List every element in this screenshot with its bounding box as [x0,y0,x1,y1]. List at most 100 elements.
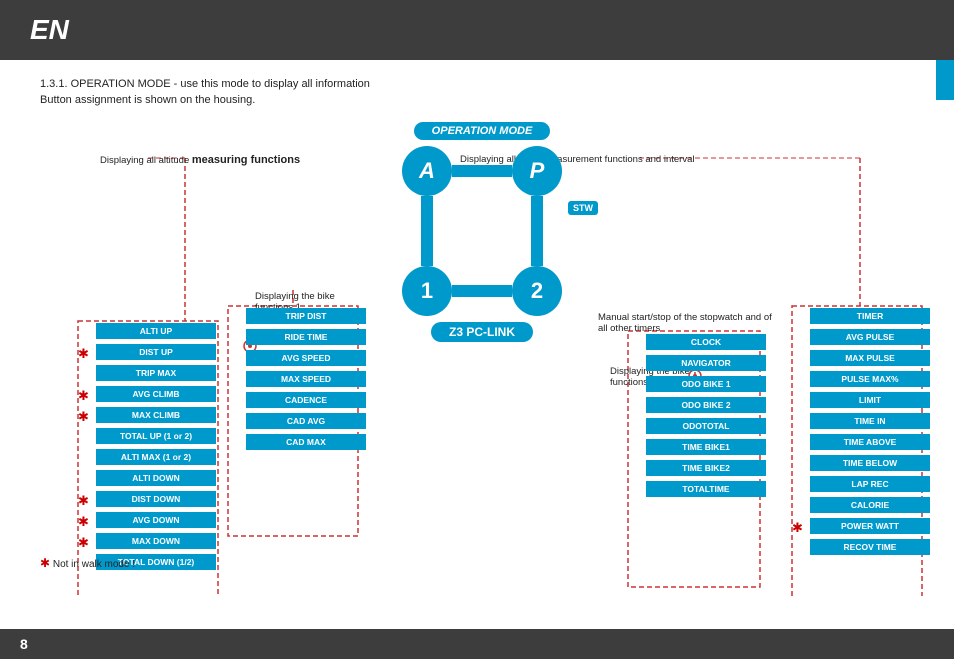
list-item: TIME BELOW [792,455,930,474]
list-item: CAD MAX [228,434,366,453]
item-box-label: ODOTOTAL [646,418,766,434]
item-box-label: DIST UP [96,344,216,360]
pulse-column: TIMER AVG PULSE MAX PULSE PULSE MAX% LIMIT TI… [792,308,930,558]
star-icon: ✱ [78,346,92,362]
list-item: ✱MAX DOWN [78,533,216,552]
center-diagram: OPERATION MODE A P STW [382,121,582,342]
note-star-icon: ✱ [40,556,50,570]
star-icon: ✱ [78,514,92,530]
list-item: TIMER [792,308,930,327]
list-item: AVG PULSE [792,329,930,348]
page-number: 8 [20,636,28,652]
item-box-label: ODO BIKE 2 [646,397,766,413]
altitude-annotation: Displaying all altitude measuring functi… [100,154,300,166]
item-box-label: ALTI UP [96,323,216,339]
item-box-label: ALTI MAX (1 or 2) [96,449,216,465]
item-box-label: MAX CLIMB [96,407,216,423]
stw-annotation: Manual start/stop of the stopwatch and o… [598,312,778,334]
item-box-label: TIMER [810,308,930,324]
list-item: ALTI DOWN [78,470,216,489]
btn-a[interactable]: A [402,146,452,196]
list-item: LAP REC [792,476,930,495]
item-box-label: MAX PULSE [810,350,930,366]
pulse-list: TIMER AVG PULSE MAX PULSE PULSE MAX% LIMIT TI… [792,308,930,558]
note-text: Not in walk mode ! [53,559,135,570]
item-box-label: RIDE TIME [246,329,366,345]
list-item: ODO BIKE 2 [628,397,766,416]
item-box-label: LAP REC [810,476,930,492]
list-item: AVG SPEED [228,350,366,369]
btn-p[interactable]: P [512,146,562,196]
desc-line2: Button assignment is shown on the housin… [40,94,924,106]
item-box-label: AVG CLIMB [96,386,216,402]
bike2-list: CLOCK NAVIGATOR ODO BIKE 1 ODO BIKE 2 ODOTOT… [628,334,766,500]
list-item: MAX PULSE [792,350,930,369]
item-box-label: CAD MAX [246,434,366,450]
item-box-label: TIME ABOVE [810,434,930,450]
header: EN [0,0,954,60]
item-box-label: MAX DOWN [96,533,216,549]
item-box-label: TIME BIKE1 [646,439,766,455]
btn-2[interactable]: 2 [512,266,562,316]
list-item: TIME BIKE1 [628,439,766,458]
item-box-label: TRIP MAX [96,365,216,381]
item-box-label: ODO BIKE 1 [646,376,766,392]
item-box-label: PULSE MAX% [810,371,930,387]
altitude-ann-text: Displaying all altitude measuring functi… [100,155,300,166]
note: ✱ Not in walk mode ! [40,556,135,570]
item-box-label: CAD AVG [246,413,366,429]
list-item: TRIP DIST [228,308,366,327]
item-box-label: TIME IN [810,413,930,429]
list-item: RECOV TIME [792,539,930,558]
item-box-label: LIMIT [810,392,930,408]
list-item: ✱AVG DOWN [78,512,216,531]
item-box-label: AVG SPEED [246,350,366,366]
list-item: CADENCE [228,392,366,411]
altitude-list: ALTI UP✱DIST UPTRIP MAX✱AVG CLIMB✱MAX CL… [78,323,216,573]
list-item: ODO BIKE 1 [628,376,766,395]
list-item: MAX SPEED [228,371,366,390]
list-item: TOTALTIME [628,481,766,500]
list-item: PULSE MAX% [792,371,930,390]
list-item: TIME IN [792,413,930,432]
op-mode-label: OPERATION MODE [414,122,551,140]
item-box-label: TOTAL UP (1 or 2) [96,428,216,444]
star-icon: ✱ [78,409,92,425]
list-item: NAVIGATOR [628,355,766,374]
list-item: CLOCK [628,334,766,353]
item-box-label: TOTALTIME [646,481,766,497]
item-box-label: CADENCE [246,392,366,408]
btn-stw[interactable]: STW [568,201,598,215]
measuring-text: measuring functions [192,154,300,166]
list-item: TRIP MAX [78,365,216,384]
diagram-area: Displaying all altitude measuring functi… [40,116,924,596]
list-item: RIDE TIME [228,329,366,348]
list-item: ✱DIST DOWN [78,491,216,510]
list-item: ✱MAX CLIMB [78,407,216,426]
btn-1[interactable]: 1 [402,266,452,316]
list-item: ✱DIST UP [78,344,216,363]
list-item: ALTI MAX (1 or 2) [78,449,216,468]
item-box-label: CLOCK [646,334,766,350]
main-content: 1.3.1. OPERATION MODE - use this mode to… [0,60,954,606]
stw-ann-text: Manual start/stop of the stopwatch and o… [598,312,772,334]
footer: 8 [0,629,954,659]
z3-label: Z3 PC-LINK [431,322,533,342]
list-item: LIMIT [792,392,930,411]
item-box-label: CALORIE [810,497,930,513]
list-item: CAD AVG [228,413,366,432]
list-item: TOTAL UP (1 or 2) [78,428,216,447]
header-title: EN [30,14,69,46]
item-box-label: TIME BELOW [810,455,930,471]
item-box-label: TIME BIKE2 [646,460,766,476]
bike1-list: TRIP DIST RIDE TIME AVG SPEED MAX SPEED CADE… [228,308,366,453]
altitude-column: ALTI UP✱DIST UPTRIP MAX✱AVG CLIMB✱MAX CL… [78,323,216,573]
item-box-label: TRIP DIST [246,308,366,324]
star-icon: ✱ [78,493,92,509]
star-icon: ✱ [78,535,92,551]
list-item: TIME ABOVE [792,434,930,453]
list-item: CALORIE [792,497,930,516]
item-box-label: AVG DOWN [96,512,216,528]
item-box-label: DIST DOWN [96,491,216,507]
bike2-column: CLOCK NAVIGATOR ODO BIKE 1 ODO BIKE 2 ODOTOT… [628,334,766,500]
